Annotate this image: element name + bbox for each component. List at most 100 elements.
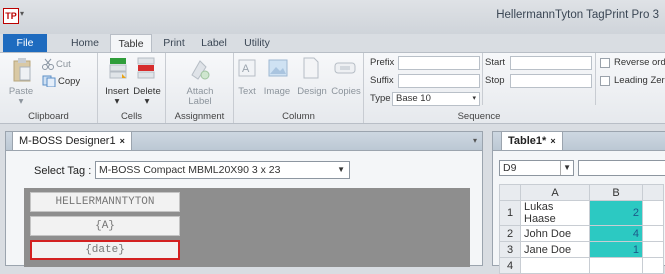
svg-text:A: A xyxy=(242,63,250,75)
table-cell[interactable]: 2 xyxy=(589,200,643,226)
table-row: 3 Jane Doe 1 xyxy=(499,241,664,258)
copy-button[interactable]: Copy xyxy=(58,76,80,87)
document-menu-icon[interactable]: ▾ xyxy=(473,136,477,145)
clipboard-group-label: Clipboard xyxy=(28,111,69,122)
table-row: 1 Lukas Haase 2 xyxy=(499,200,664,226)
tab-home[interactable]: Home xyxy=(63,34,107,52)
design-column-icon xyxy=(303,57,319,79)
tab-designer[interactable]: M-BOSS Designer1 × xyxy=(12,131,132,150)
cells-group-label: Cells xyxy=(120,111,143,122)
type-dropdown-icon: ▾ xyxy=(472,95,476,102)
app-logo: TP xyxy=(3,8,19,24)
clipboard-group: Paste ▾ Cut Copy Clipboard xyxy=(0,53,98,123)
close-designer-icon[interactable]: × xyxy=(120,136,125,146)
row-header[interactable]: 2 xyxy=(499,225,521,242)
design-column-button[interactable]: Design xyxy=(296,86,328,97)
sequence-group: Prefix Suffix Type Base 10 ▾ Start Stop … xyxy=(364,53,665,123)
text-column-button[interactable]: Text xyxy=(234,86,260,97)
delete-dropdown-icon[interactable]: ▾ xyxy=(142,96,152,107)
chevron-down-icon: ▼ xyxy=(337,165,345,174)
tab-label[interactable]: Label xyxy=(196,34,232,52)
tab-print[interactable]: Print xyxy=(156,34,192,52)
table-cell[interactable]: 1 xyxy=(589,241,643,258)
paste-icon xyxy=(13,58,31,82)
tab-file[interactable]: File xyxy=(3,34,47,52)
designer-tab-title: M-BOSS Designer1 xyxy=(19,135,116,147)
copies-column-icon xyxy=(334,62,356,74)
column-header-a[interactable]: A xyxy=(520,184,590,201)
reverse-order-label: Reverse orde xyxy=(614,57,665,68)
table-tab-title: Table1* xyxy=(508,135,547,147)
divider xyxy=(482,53,483,105)
start-input[interactable] xyxy=(510,56,592,70)
tag-line[interactable]: HELLERMANNTYTON xyxy=(30,192,180,212)
assignment-group: Attach Label Assignment xyxy=(166,53,234,123)
copies-column-button[interactable]: Copies xyxy=(330,86,362,97)
row-header[interactable]: 1 xyxy=(499,200,521,226)
insert-row-icon xyxy=(109,58,127,79)
table-panel: Table1* × D9 ▼ A B 1 Lukas Haase 2 2 John… xyxy=(492,131,665,274)
title-bar: TP ▾ HellermannTyton TagPrint Pro 3 xyxy=(0,0,665,34)
start-label: Start xyxy=(485,57,506,68)
table-cell[interactable]: 4 xyxy=(589,225,643,242)
designer-panel: M-BOSS Designer1 × ▾ Select Tag : M-BOSS … xyxy=(5,131,483,267)
column-header-c[interactable] xyxy=(642,184,664,201)
select-tag-label: Select Tag : xyxy=(34,165,92,177)
tab-table[interactable]: Table xyxy=(110,34,152,52)
ribbon: Paste ▾ Cut Copy Clipboard Insert ▾ Dele… xyxy=(0,52,665,124)
chevron-down-icon: ▼ xyxy=(560,161,571,175)
attach-label-icon xyxy=(191,60,210,80)
table-cell[interactable] xyxy=(642,225,664,242)
reverse-order-checkbox[interactable] xyxy=(600,58,610,68)
sequence-group-label: Sequence xyxy=(457,111,501,122)
quick-access-dropdown-icon[interactable]: ▾ xyxy=(20,9,24,18)
suffix-input[interactable] xyxy=(398,74,480,88)
table-cell[interactable]: Lukas Haase xyxy=(520,200,590,226)
tag-line[interactable]: {A} xyxy=(30,216,180,236)
tag-select[interactable]: M-BOSS Compact MBML20X90 3 x 23 ▼ xyxy=(95,161,350,179)
cell-name-value: D9 xyxy=(503,162,517,174)
image-column-button[interactable]: Image xyxy=(260,86,294,97)
tag-select-value: M-BOSS Compact MBML20X90 3 x 23 xyxy=(99,164,281,176)
column-header-b[interactable]: B xyxy=(589,184,643,201)
formula-input[interactable] xyxy=(578,160,665,176)
type-label: Type xyxy=(370,93,391,104)
ribbon-tab-bar: File Home Table Print Label Utility xyxy=(0,34,665,52)
suffix-label: Suffix xyxy=(370,75,394,86)
prefix-input[interactable] xyxy=(398,56,480,70)
leading-zero-label: Leading Zero xyxy=(614,75,665,86)
column-group: A Text Image Design Copies Column xyxy=(234,53,364,123)
paste-dropdown-icon[interactable]: ▾ xyxy=(16,96,26,107)
attach-label-button-line2: Label xyxy=(188,96,212,107)
cut-button[interactable]: Cut xyxy=(56,59,71,70)
table-cell[interactable] xyxy=(642,200,664,226)
table-cell[interactable] xyxy=(642,241,664,258)
app-title: HellermannTyton TagPrint Pro 3 xyxy=(496,9,659,21)
corner-header[interactable] xyxy=(499,184,521,201)
copy-icon xyxy=(42,75,56,87)
assignment-group-label: Assignment xyxy=(174,111,225,122)
tab-utility[interactable]: Utility xyxy=(236,34,278,52)
image-column-icon xyxy=(268,59,288,77)
spreadsheet-grid: A B 1 Lukas Haase 2 2 John Doe 4 3 Jane … xyxy=(499,184,664,274)
insert-dropdown-icon[interactable]: ▾ xyxy=(112,96,122,107)
table-cell[interactable]: Jane Doe xyxy=(520,241,590,258)
cells-group: Insert ▾ Delete ▾ Cells xyxy=(98,53,166,123)
prefix-label: Prefix xyxy=(370,57,395,68)
text-column-icon: A xyxy=(238,59,256,77)
cut-icon xyxy=(42,58,54,70)
tab-table1[interactable]: Table1* × xyxy=(501,131,563,150)
leading-zero-checkbox[interactable] xyxy=(600,76,610,86)
cell-name-box[interactable]: D9 ▼ xyxy=(499,160,574,176)
type-select-value: Base 10 xyxy=(396,93,431,104)
row-header[interactable]: 3 xyxy=(499,241,521,258)
table-row: 2 John Doe 4 xyxy=(499,225,664,242)
tag-line-selected[interactable]: {date} xyxy=(30,240,180,260)
close-table-icon[interactable]: × xyxy=(550,136,555,146)
delete-row-icon xyxy=(137,57,155,79)
type-select[interactable]: Base 10 ▾ xyxy=(392,92,480,106)
table-cell[interactable]: John Doe xyxy=(520,225,590,242)
column-group-label: Column xyxy=(282,111,315,122)
stop-label: Stop xyxy=(485,75,505,86)
stop-input[interactable] xyxy=(510,74,592,88)
